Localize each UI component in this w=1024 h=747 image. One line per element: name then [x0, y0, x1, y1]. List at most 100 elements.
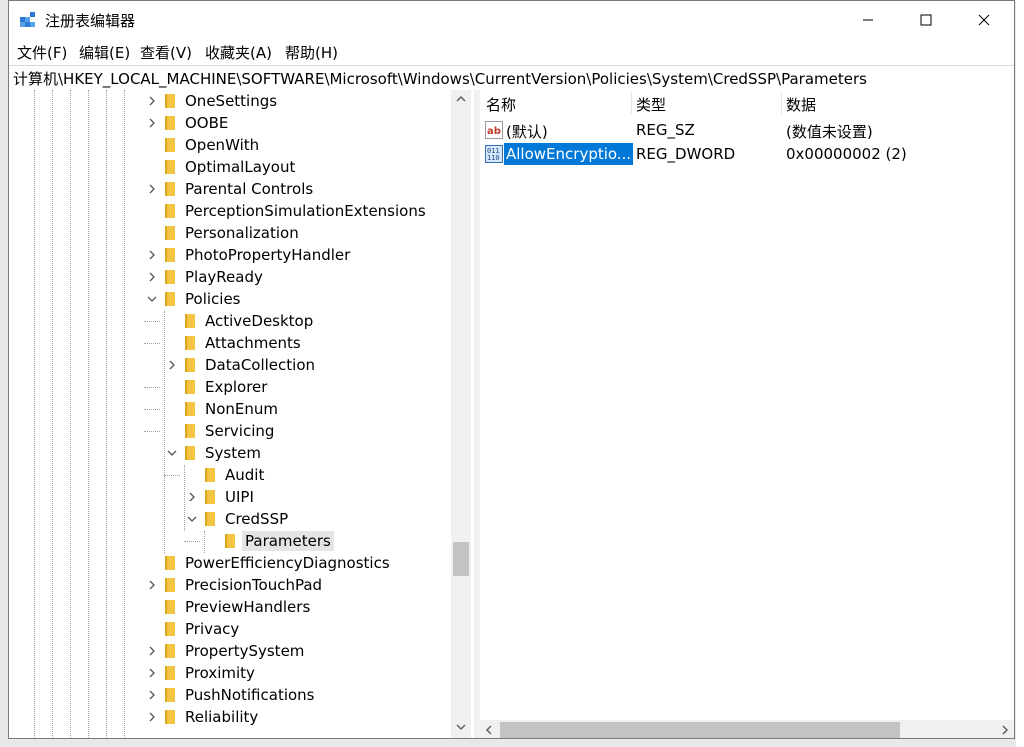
tree-item[interactable]: System	[9, 442, 474, 464]
tree-item[interactable]: ActiveDesktop	[9, 310, 474, 332]
chevron-right-icon[interactable]	[144, 643, 160, 659]
column-separator[interactable]	[781, 92, 782, 114]
tree-item[interactable]: PowerEfficiencyDiagnostics	[9, 552, 474, 574]
chevron-right-icon[interactable]	[144, 687, 160, 703]
string-value-icon: ab	[485, 121, 503, 139]
maximize-icon	[920, 14, 932, 26]
value-name[interactable]: AllowEncryptio...	[504, 143, 634, 165]
tree-item[interactable]: Policies	[9, 288, 474, 310]
chevron-right-icon[interactable]	[144, 181, 160, 197]
maximize-button[interactable]	[897, 1, 955, 39]
chevron-right-icon[interactable]	[144, 665, 160, 681]
folder-icon	[185, 402, 195, 416]
tree-item-label: PowerEfficiencyDiagnostics	[185, 554, 390, 572]
folder-icon	[185, 336, 195, 350]
folder-icon	[165, 292, 175, 306]
folder-icon	[225, 534, 235, 548]
tree-item[interactable]: OptimalLayout	[9, 156, 474, 178]
tree-item-label: Policies	[185, 290, 241, 308]
tree-item[interactable]: Personalization	[9, 222, 474, 244]
folder-icon	[165, 644, 175, 658]
tree-vertical-scrollbar[interactable]	[451, 90, 471, 738]
tree-item[interactable]: Reliability	[9, 706, 474, 728]
tree-item[interactable]: Proximity	[9, 662, 474, 684]
tree-connector	[144, 409, 160, 410]
column-header-name[interactable]: 名称	[486, 94, 516, 115]
minimize-button[interactable]	[839, 1, 897, 39]
tree-item[interactable]: Parental Controls	[9, 178, 474, 200]
folder-icon	[165, 226, 175, 240]
menu-file[interactable]: 文件(F)	[17, 42, 67, 63]
folder-icon	[165, 578, 175, 592]
tree-item-label: PerceptionSimulationExtensions	[185, 202, 426, 220]
tree-item[interactable]: PushNotifications	[9, 684, 474, 706]
tree-item[interactable]: Parameters	[9, 530, 474, 552]
folder-icon	[165, 622, 175, 636]
tree-item[interactable]: Audit	[9, 464, 474, 486]
menu-edit[interactable]: 编辑(E)	[79, 42, 130, 63]
tree-item[interactable]: PerceptionSimulationExtensions	[9, 200, 474, 222]
chevron-down-icon[interactable]	[164, 445, 180, 461]
tree-item-label: ActiveDesktop	[205, 312, 314, 330]
tree-item-label: DataCollection	[205, 356, 316, 374]
tree-item-label: CredSSP	[225, 510, 289, 528]
chevron-right-icon[interactable]	[144, 247, 160, 263]
menu-view[interactable]: 查看(V)	[140, 42, 192, 63]
tree-item-label: Personalization	[185, 224, 299, 242]
folder-icon	[165, 710, 175, 724]
chevron-down-icon[interactable]	[184, 511, 200, 527]
chevron-right-icon[interactable]	[144, 115, 160, 131]
tree-item[interactable]: PhotoPropertyHandler	[9, 244, 474, 266]
value-data: (数值未设置)	[786, 123, 873, 141]
tree-item-label: Explorer	[205, 378, 268, 396]
tree-item-label: NonEnum	[205, 400, 279, 418]
chevron-right-icon[interactable]	[144, 577, 160, 593]
chevron-right-icon[interactable]	[164, 357, 180, 373]
tree-item[interactable]: CredSSP	[9, 508, 474, 530]
list-scroll-thumb[interactable]	[500, 722, 900, 738]
window-title: 注册表编辑器	[45, 12, 136, 30]
scroll-up-icon[interactable]	[455, 94, 467, 104]
value-row-selected[interactable]: 011 110 AllowEncryptio... REG_DWORD 0x00…	[480, 143, 1014, 165]
tree-item[interactable]: OOBE	[9, 112, 474, 134]
menu-help[interactable]: 帮助(H)	[285, 42, 338, 63]
svg-text:ab: ab	[487, 126, 501, 137]
tree-item-label: PushNotifications	[185, 686, 315, 704]
tree-item[interactable]: PrecisionTouchPad	[9, 574, 474, 596]
tree-item[interactable]: OpenWith	[9, 134, 474, 156]
folder-icon	[165, 270, 175, 284]
scroll-right-icon[interactable]	[1000, 724, 1010, 736]
value-row[interactable]: ab (默认) REG_SZ (数值未设置)	[480, 119, 1014, 141]
title-bar[interactable]: 注册表编辑器	[9, 1, 1014, 39]
scroll-left-icon[interactable]	[484, 724, 494, 736]
column-header-data[interactable]: 数据	[786, 94, 816, 115]
tree-item[interactable]: OneSettings	[9, 90, 474, 112]
column-separator[interactable]	[631, 92, 632, 114]
chevron-right-icon[interactable]	[184, 489, 200, 505]
list-horizontal-scrollbar[interactable]	[480, 720, 1014, 738]
tree-item[interactable]: UIPI	[9, 486, 474, 508]
scroll-down-icon[interactable]	[455, 722, 467, 732]
tree-item[interactable]: Privacy	[9, 618, 474, 640]
menu-favorites[interactable]: 收藏夹(A)	[205, 42, 272, 63]
chevron-right-icon[interactable]	[144, 269, 160, 285]
tree-item[interactable]: Explorer	[9, 376, 474, 398]
address-bar[interactable]: 计算机\HKEY_LOCAL_MACHINE\SOFTWARE\Microsof…	[9, 65, 1014, 91]
tree-item[interactable]: DataCollection	[9, 354, 474, 376]
chevron-down-icon[interactable]	[144, 291, 160, 307]
tree-item[interactable]: Servicing	[9, 420, 474, 442]
chevron-right-icon[interactable]	[144, 709, 160, 725]
chevron-right-icon[interactable]	[144, 93, 160, 109]
column-header-type[interactable]: 类型	[636, 94, 666, 115]
tree-scroll-thumb[interactable]	[453, 542, 469, 576]
tree-item[interactable]: NonEnum	[9, 398, 474, 420]
tree-item[interactable]: Attachments	[9, 332, 474, 354]
tree-connector	[164, 475, 180, 476]
tree-item[interactable]: PropertySystem	[9, 640, 474, 662]
close-button[interactable]	[955, 1, 1013, 39]
tree-item[interactable]: PlayReady	[9, 266, 474, 288]
value-type: REG_SZ	[636, 121, 695, 139]
address-path[interactable]: 计算机\HKEY_LOCAL_MACHINE\SOFTWARE\Microsof…	[13, 68, 867, 89]
tree-item[interactable]: PreviewHandlers	[9, 596, 474, 618]
tree-connector	[144, 321, 160, 322]
